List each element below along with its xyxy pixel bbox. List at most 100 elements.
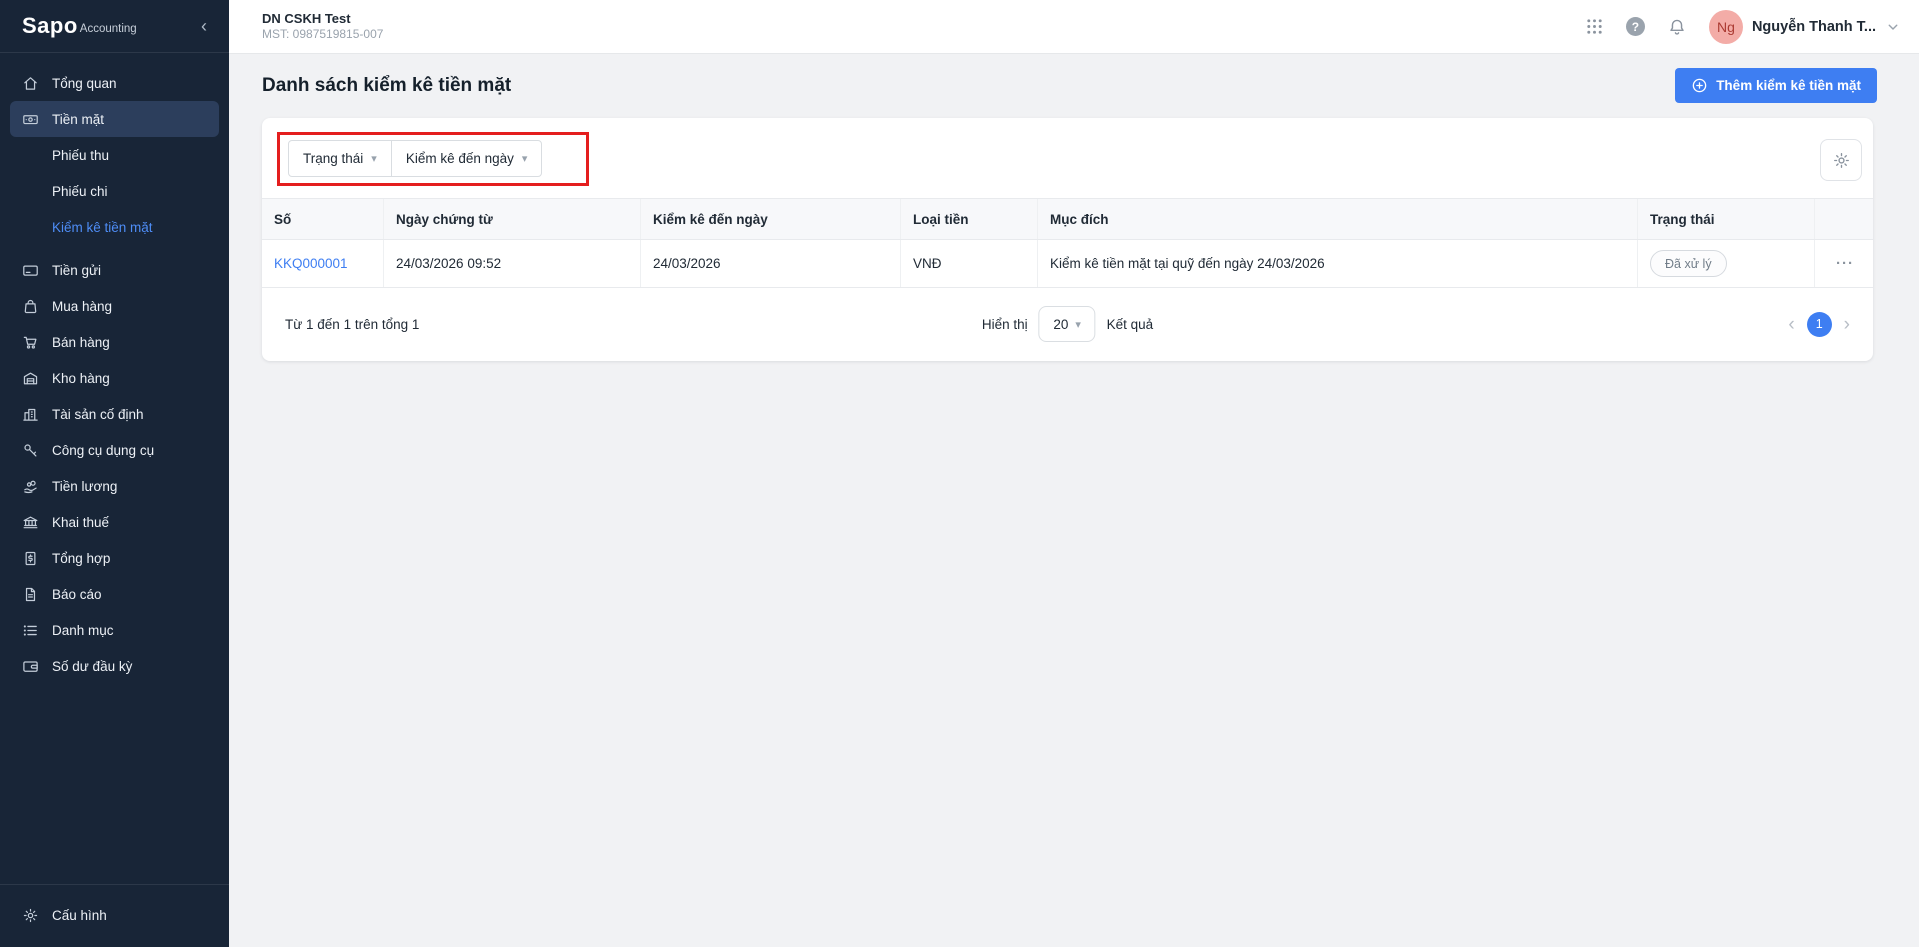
sidebar-item-mua-hang[interactable]: Mua hàng bbox=[10, 288, 219, 324]
per-page-control: Hiển thị 20 ▾ Kết quả bbox=[982, 306, 1153, 342]
next-page-icon[interactable]: › bbox=[1844, 315, 1850, 334]
list-icon bbox=[22, 622, 39, 639]
card-icon bbox=[22, 262, 39, 279]
sidebar-item-label: Tổng hợp bbox=[52, 551, 110, 566]
add-button-label: Thêm kiểm kê tiền mặt bbox=[1716, 78, 1861, 93]
avatar: Ng bbox=[1709, 10, 1743, 44]
sidebar-item-tong-hop[interactable]: Tổng hợp bbox=[10, 540, 219, 576]
cell-muc-dich: Kiểm kê tiền mặt tại quỹ đến ngày 24/03/… bbox=[1037, 240, 1637, 287]
results-label: Kết quả bbox=[1107, 317, 1154, 332]
column-header-muc-dich: Mục đích bbox=[1037, 199, 1637, 239]
sidebar-item-phieu-thu[interactable]: Phiếu thu bbox=[10, 137, 219, 173]
tool-icon bbox=[22, 442, 39, 459]
page-title: Danh sách kiểm kê tiền mặt bbox=[262, 75, 511, 97]
document-link[interactable]: KKQ000001 bbox=[274, 256, 348, 271]
per-page-label: Hiển thị bbox=[982, 317, 1028, 332]
sidebar-item-kiem-ke-tien-mat[interactable]: Kiểm kê tiền mặt bbox=[10, 209, 219, 245]
column-header-so: Số bbox=[262, 199, 383, 239]
sidebar-item-tien-mat[interactable]: Tiền mặt bbox=[10, 101, 219, 137]
ledger-icon bbox=[22, 550, 39, 567]
pagination-bar: Từ 1 đến 1 trên tổng 1 Hiển thị 20 ▾ Kết… bbox=[262, 288, 1873, 360]
sidebar-item-label: Kiểm kê tiền mặt bbox=[52, 220, 153, 235]
sidebar-item-label: Số dư đầu kỳ bbox=[52, 659, 132, 674]
filter-row: Trạng thái ▾ Kiểm kê đến ngày ▾ bbox=[262, 118, 1873, 198]
sidebar-item-kho-hang[interactable]: Kho hàng bbox=[10, 360, 219, 396]
sidebar-item-tien-luong[interactable]: Tiền lương bbox=[10, 468, 219, 504]
sidebar-item-label: Kho hàng bbox=[52, 371, 110, 386]
home-icon bbox=[22, 75, 39, 92]
report-icon bbox=[22, 586, 39, 603]
sidebar-item-label: Khai thuế bbox=[52, 515, 109, 530]
sidebar-item-phieu-chi[interactable]: Phiếu chi bbox=[10, 173, 219, 209]
sidebar-item-cong-cu-dung-cu[interactable]: Công cụ dụng cụ bbox=[10, 432, 219, 468]
notifications-bell-icon[interactable] bbox=[1667, 17, 1687, 37]
company-name: DN CSKH Test bbox=[262, 11, 383, 27]
add-cash-count-button[interactable]: Thêm kiểm kê tiền mặt bbox=[1675, 68, 1877, 103]
sidebar-item-tai-san-co-dinh[interactable]: Tài sản cố định bbox=[10, 396, 219, 432]
sidebar-item-so-du-dau-ky[interactable]: Số dư đầu kỳ bbox=[10, 648, 219, 684]
sidebar-item-khai-thue[interactable]: Khai thuế bbox=[10, 504, 219, 540]
sidebar-item-bao-cao[interactable]: Báo cáo bbox=[10, 576, 219, 612]
table-header: Số Ngày chứng từ Kiểm kê đến ngày Loại t… bbox=[262, 198, 1873, 240]
column-header-actions bbox=[1814, 199, 1873, 239]
warehouse-icon bbox=[22, 370, 39, 387]
chevron-down-icon bbox=[1885, 19, 1901, 35]
pagination-summary: Từ 1 đến 1 trên tổng 1 bbox=[285, 317, 419, 332]
logo-suffix: Accounting bbox=[80, 23, 137, 35]
cell-ngay-chung-tu: 24/03/2026 09:52 bbox=[383, 240, 640, 287]
current-page-button[interactable]: 1 bbox=[1807, 312, 1832, 337]
filter-status-label: Trạng thái bbox=[303, 151, 363, 166]
filter-group: Trạng thái ▾ Kiểm kê đến ngày ▾ bbox=[288, 140, 542, 177]
sidebar: Sapo Accounting ‹ Tổng quanTiền mặtPhiếu… bbox=[0, 0, 229, 947]
cart-icon bbox=[22, 334, 39, 351]
user-menu[interactable]: Ng Nguyễn Thanh T... bbox=[1709, 10, 1901, 44]
table-settings-button[interactable] bbox=[1820, 139, 1862, 181]
prev-page-icon[interactable]: ‹ bbox=[1788, 315, 1794, 334]
sidebar-item-label: Phiếu thu bbox=[52, 148, 109, 163]
plus-circle-icon bbox=[1691, 77, 1708, 94]
cell-actions: ··· bbox=[1814, 240, 1873, 287]
sidebar-item-label: Tiền gửi bbox=[52, 263, 101, 278]
sidebar-item-label: Tài sản cố định bbox=[52, 407, 144, 422]
main-content: Danh sách kiểm kê tiền mặt Thêm kiểm kê … bbox=[229, 54, 1919, 947]
wallet-icon bbox=[22, 658, 39, 675]
cash-icon bbox=[22, 111, 39, 128]
company-tax-code: MST: 0987519815-007 bbox=[262, 27, 383, 42]
filter-count-date-dropdown[interactable]: Kiểm kê đến ngày ▾ bbox=[391, 141, 542, 176]
help-icon[interactable]: ? bbox=[1626, 17, 1645, 36]
per-page-dropdown[interactable]: 20 ▾ bbox=[1039, 306, 1096, 342]
sidebar-item-label: Tổng quan bbox=[52, 76, 117, 91]
column-header-ngay-chung-tu: Ngày chứng từ bbox=[383, 199, 640, 239]
caret-down-icon: ▾ bbox=[1075, 318, 1081, 331]
filter-status-dropdown[interactable]: Trạng thái ▾ bbox=[289, 141, 391, 176]
sidebar-item-tien-gui[interactable]: Tiền gửi bbox=[10, 252, 219, 288]
company-block: DN CSKH Test MST: 0987519815-007 bbox=[262, 11, 383, 42]
sidebar-item-cau-hinh[interactable]: Cấu hình bbox=[10, 897, 219, 933]
sidebar-item-tong-quan[interactable]: Tổng quan bbox=[10, 65, 219, 101]
sidebar-item-ban-hang[interactable]: Bán hàng bbox=[10, 324, 219, 360]
more-actions-icon[interactable]: ··· bbox=[1836, 256, 1854, 271]
cell-so: KKQ000001 bbox=[262, 240, 383, 287]
cell-kiem-ke-den-ngay: 24/03/2026 bbox=[640, 240, 900, 287]
user-name: Nguyễn Thanh T... bbox=[1752, 19, 1876, 35]
list-card: Trạng thái ▾ Kiểm kê đến ngày ▾ Số Ngày … bbox=[262, 118, 1873, 361]
sidebar-item-label: Bán hàng bbox=[52, 335, 110, 350]
sidebar-item-label: Phiếu chi bbox=[52, 184, 108, 199]
per-page-value: 20 bbox=[1053, 317, 1068, 332]
top-bar: DN CSKH Test MST: 0987519815-007 ? Ng Ng… bbox=[229, 0, 1919, 54]
table-row[interactable]: KKQ000001 24/03/2026 09:52 24/03/2026 VN… bbox=[262, 240, 1873, 288]
sidebar-item-label: Mua hàng bbox=[52, 299, 112, 314]
sidebar-item-danh-muc[interactable]: Danh mục bbox=[10, 612, 219, 648]
top-actions: ? Ng Nguyễn Thanh T... bbox=[1585, 10, 1919, 44]
tax-icon bbox=[22, 514, 39, 531]
apps-grid-icon[interactable] bbox=[1585, 17, 1604, 36]
filter-count-date-label: Kiểm kê đến ngày bbox=[406, 151, 514, 166]
building-icon bbox=[22, 406, 39, 423]
sidebar-item-label: Công cụ dụng cụ bbox=[52, 443, 154, 458]
sidebar-collapse-icon[interactable]: ‹ bbox=[195, 15, 213, 37]
bag-icon bbox=[22, 298, 39, 315]
sidebar-menu: Tổng quan Tiền mặt Phiếu thu Phiếu chi Kiểm … bbox=[0, 53, 229, 884]
sidebar-item-label: Tiền lương bbox=[52, 479, 117, 494]
status-badge: Đã xử lý bbox=[1650, 250, 1727, 277]
sidebar-item-label: Danh mục bbox=[52, 623, 114, 638]
